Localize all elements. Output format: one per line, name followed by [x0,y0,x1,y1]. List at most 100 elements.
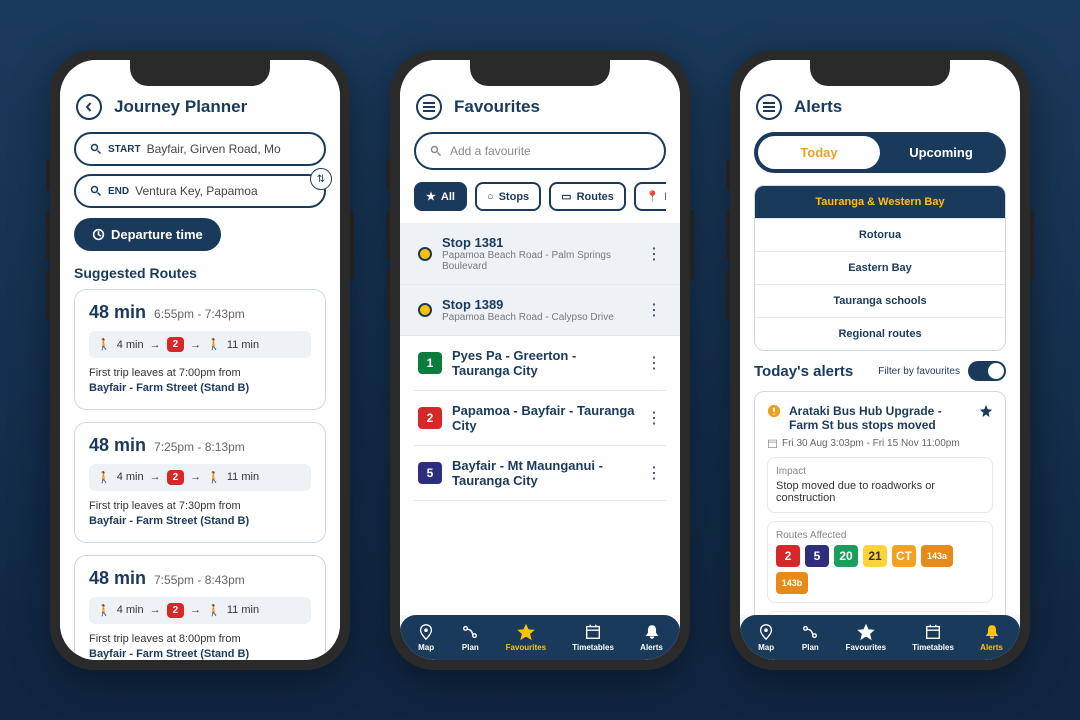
more-icon[interactable]: ⋮ [646,463,662,483]
favourite-item[interactable]: 5 Bayfair - Mt Maunganui - Tauranga City ⋮ [414,446,666,501]
walk-icon: 🚶 [97,338,111,351]
clock-icon [92,228,105,241]
timetables-icon [584,623,602,641]
nav-map[interactable]: Map [757,623,775,652]
favourite-item[interactable]: 1Pyes Pa - Greerton - Tauranga City⋮ [414,336,666,391]
start-value: Bayfair, Girven Road, Mo [147,142,281,156]
end-value: Ventura Key, Papamoa [135,184,258,198]
route-note: First trip leaves at 7:00pm fromBayfair … [89,366,311,397]
route-badge: 2 [167,470,185,485]
fav-title: Stop 1389 [442,297,636,312]
fav-subtitle: Papamoa Beach Road - Palm Springs Boulev… [442,250,636,272]
filter-favourites-toggle[interactable] [968,361,1006,381]
filter-icon: ▭ [561,190,571,203]
bottom-nav: Map Plan Favourites Timetables Alerts [740,615,1020,660]
favourite-item[interactable]: Stop 1381Papamoa Beach Road - Palm Sprin… [400,223,680,285]
menu-button[interactable] [416,94,442,120]
suggested-routes-heading: Suggested Routes [74,265,326,281]
filter-chip-all[interactable]: ★All [414,182,467,211]
route-note: First trip leaves at 8:00pm fromBayfair … [89,632,311,660]
favourites-icon [857,623,875,641]
star-icon[interactable] [979,404,993,418]
nav-plan[interactable]: Plan [461,623,479,652]
end-input[interactable]: END Ventura Key, Papamoa [74,174,326,208]
impact-label: Impact [776,466,984,477]
routes-affected-label: Routes Affected [776,530,984,541]
walk-icon: 🚶 [207,471,221,484]
region-list: Tauranga & Western BayRotoruaEastern Bay… [754,185,1006,351]
menu-button[interactable] [756,94,782,120]
route-badge: 1 [418,352,442,374]
search-icon [90,185,102,197]
phone-journey: Journey Planner START Bayfair, Girven Ro… [50,50,350,670]
stop-icon [418,303,432,317]
route-badge: 20 [834,545,858,567]
fav-title: Papamoa - Bayfair - Tauranga City [452,403,636,433]
filter-chip-routes[interactable]: ▭Routes [549,182,626,211]
departure-time-button[interactable]: Departure time [74,218,221,251]
phone-alerts: Alerts Today Upcoming Tauranga & Western… [730,50,1030,670]
nav-timetables[interactable]: Timetables [912,623,954,652]
route-times: 7:55pm - 8:43pm [154,573,245,587]
back-button[interactable] [76,94,102,120]
nav-plan[interactable]: Plan [801,623,819,652]
region-row[interactable]: Rotorua [755,219,1005,252]
plan-icon [461,623,479,641]
map-icon [757,623,775,641]
region-row[interactable]: Tauranga schools [755,285,1005,318]
more-icon[interactable]: ⋮ [646,300,662,320]
alerts-icon [983,623,1001,641]
chevron-left-icon [84,102,94,112]
swap-button[interactable]: ⇅ [310,168,332,190]
menu-icon [423,102,435,112]
favourite-item[interactable]: 2 Papamoa - Bayfair - Tauranga City ⋮ [414,391,666,446]
tab-today[interactable]: Today [758,136,880,169]
alert-card[interactable]: Arataki Bus Hub Upgrade - Farm St bus st… [754,391,1006,615]
page-title: Alerts [794,97,842,117]
nav-timetables[interactable]: Timetables [572,623,614,652]
add-favourite-input[interactable]: Add a favourite [414,132,666,170]
nav-alerts[interactable]: Alerts [640,623,663,652]
filter-icon: 📍 [646,190,660,203]
route-badge: 5 [418,462,442,484]
tab-upcoming[interactable]: Upcoming [880,136,1002,169]
nav-favourites[interactable]: Favourites [506,623,546,652]
region-row[interactable]: Regional routes [755,318,1005,350]
nav-alerts[interactable]: Alerts [980,623,1003,652]
route-card[interactable]: 48 min7:25pm - 8:13pm 🚶4 min→ 2→ 🚶11 min… [74,422,326,543]
filter-chip-stops[interactable]: ○Stops [475,182,541,211]
route-duration: 48 min [89,568,146,589]
region-row[interactable]: Eastern Bay [755,252,1005,285]
route-duration: 48 min [89,435,146,456]
end-label: END [108,186,129,197]
route-card[interactable]: 48 min6:55pm - 7:43pm 🚶4 min→ 2→ 🚶11 min… [74,289,326,410]
route-note: First trip leaves at 7:30pm fromBayfair … [89,499,311,530]
alert-title: Arataki Bus Hub Upgrade - Farm St bus st… [789,404,971,432]
route-badge: 2 [167,603,185,618]
menu-icon [763,102,775,112]
more-icon[interactable]: ⋮ [646,244,662,264]
more-icon[interactable]: ⋮ [646,353,662,373]
filter-chip-loc[interactable]: 📍Loc [634,182,666,211]
nav-favourites[interactable]: Favourites [846,623,886,652]
nav-map[interactable]: Map [417,623,435,652]
route-badge: 5 [805,545,829,567]
search-icon [430,145,442,157]
route-badge: 21 [863,545,887,567]
route-badge: 2 [167,337,185,352]
region-row[interactable]: Tauranga & Western Bay [755,186,1005,219]
route-badge: 2 [418,407,442,429]
impact-text: Stop moved due to roadworks or construct… [776,480,984,504]
more-icon[interactable]: ⋮ [646,408,662,428]
alert-date: Fri 30 Aug 3:03pm - Fri 15 Nov 11:00pm [782,438,960,449]
todays-alerts-heading: Today's alerts [754,363,853,380]
route-duration: 48 min [89,302,146,323]
plan-icon [801,623,819,641]
start-input[interactable]: START Bayfair, Girven Road, Mo [74,132,326,166]
route-card[interactable]: 48 min7:55pm - 8:43pm 🚶4 min→ 2→ 🚶11 min… [74,555,326,660]
fav-title: Bayfair - Mt Maunganui - Tauranga City [452,458,636,488]
favourite-item[interactable]: Stop 1389Papamoa Beach Road - Calypso Dr… [400,285,680,336]
warning-icon [767,404,781,418]
filter-icon: ★ [426,190,436,203]
route-badge: CT [892,545,916,567]
